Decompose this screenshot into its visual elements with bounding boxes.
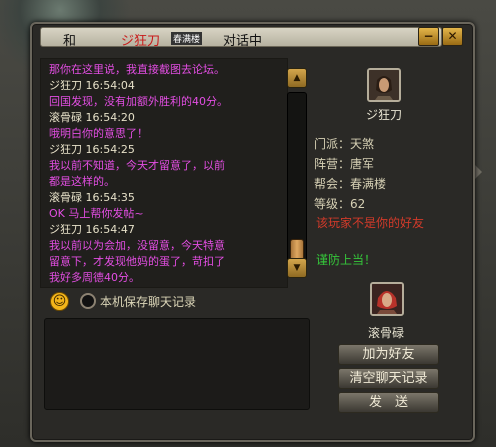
faction-value: 唐军 xyxy=(350,157,375,171)
private-chat-window: 和 ジ狂刀 春满楼 对话中 − ✕ 那你在这里说，我直接截图去论坛。 ジ狂刀 1… xyxy=(30,22,475,442)
partner-name: ジ狂刀 xyxy=(366,108,403,122)
chat-line: 我好多周德40分。 xyxy=(49,271,140,284)
add-friend-button[interactable]: 加为好友 xyxy=(338,344,439,365)
chat-line: OK 马上帮你发帖~ xyxy=(49,207,144,220)
chat-line: 留意下，才发现他妈的蛋了，苛扣了 xyxy=(49,255,225,268)
sect-label: 门派： xyxy=(314,137,351,151)
partner-level: 等级：62 xyxy=(314,195,365,212)
title-suffix: 对话中 xyxy=(223,34,263,49)
clear-history-button[interactable]: 清空聊天记录 xyxy=(338,368,439,389)
level-value: 62 xyxy=(350,197,366,211)
title-partner-name: ジ狂刀 xyxy=(121,34,161,49)
chat-line: 哦明白你的意思了！ xyxy=(49,127,148,140)
partner-faction: 阵营：唐军 xyxy=(314,155,374,172)
partner-sect: 门派：天煞 xyxy=(314,135,374,152)
faction-label: 阵营： xyxy=(314,157,351,171)
title-prefix: 和 xyxy=(63,34,77,49)
chat-line: 回国发现，没有加额外胜利的40分。 xyxy=(49,95,228,108)
chat-line: 滚骨碌 16:54:35 xyxy=(49,191,135,204)
close-button[interactable]: ✕ xyxy=(442,27,463,46)
guild-value: 春满楼 xyxy=(350,177,387,191)
emote-icon[interactable]: ☺ xyxy=(50,292,69,311)
self-avatar[interactable] xyxy=(370,282,404,316)
partner-guild: 帮会：春满楼 xyxy=(314,175,386,192)
save-history-radio[interactable] xyxy=(80,293,96,309)
sect-value: 天煞 xyxy=(350,137,375,151)
scroll-down-button[interactable]: ▼ xyxy=(287,258,307,278)
chat-history[interactable]: 那你在这里说，我直接截图去论坛。 ジ狂刀 16:54:04 回国发现，没有加额外… xyxy=(40,58,288,288)
chat-line: ジ狂刀 16:54:04 xyxy=(49,79,135,92)
save-history-label: 本机保存聊天记录 xyxy=(100,295,197,309)
level-label: 等级： xyxy=(314,197,351,211)
chat-line: ジ狂刀 16:54:25 xyxy=(49,143,135,156)
chat-line: 滚骨碌 16:54:20 xyxy=(49,111,135,124)
title-guild-tag: 春满楼 xyxy=(171,32,203,45)
chat-line: 都是这样的。 xyxy=(49,175,115,188)
send-button[interactable]: 发 送 xyxy=(338,392,439,413)
message-input[interactable] xyxy=(44,318,310,410)
scroll-up-button[interactable]: ▲ xyxy=(287,68,307,88)
minimize-button[interactable]: − xyxy=(418,27,439,46)
partner-avatar[interactable] xyxy=(367,68,401,102)
title-bar[interactable]: 和 ジ狂刀 春满楼 对话中 xyxy=(40,27,442,49)
self-name: 滚骨碌 xyxy=(368,326,405,340)
chat-line: ジ狂刀 16:54:47 xyxy=(49,223,135,236)
chat-line: 那你在这里说，我直接截图去论坛。 xyxy=(49,63,225,76)
caution-text: 谨防上当！ xyxy=(316,253,377,267)
not-friend-warning: 该玩家不是你的好友 xyxy=(316,216,425,230)
guild-label: 帮会： xyxy=(314,177,351,191)
chat-line: 我以前不知道，今天才留意了，以前 xyxy=(49,159,225,172)
chat-line: 我以前以为会加，没留意，今天特意 xyxy=(49,239,225,252)
